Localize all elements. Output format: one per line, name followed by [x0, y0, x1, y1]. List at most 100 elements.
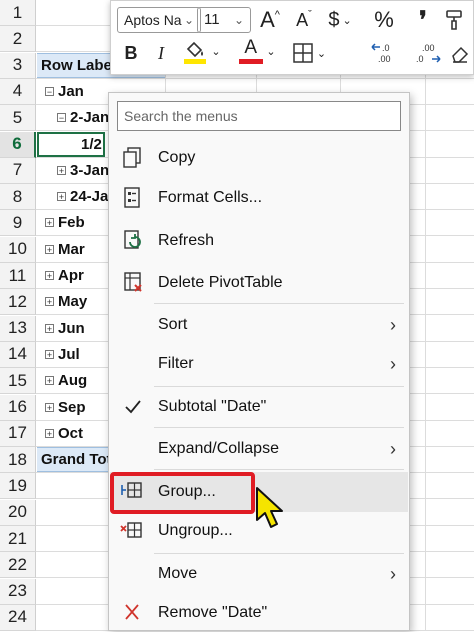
font-name-value: Aptos Na — [124, 12, 182, 28]
format-cells-icon — [124, 187, 140, 208]
cell-text: Feb — [58, 214, 85, 232]
menu-item-label: Ungroup... — [158, 522, 233, 539]
percent-style-button[interactable]: % — [371, 6, 397, 34]
menu-separator — [154, 553, 404, 554]
menu-separator — [154, 469, 404, 470]
row-number[interactable]: 16 — [0, 394, 36, 421]
row-number[interactable]: 22 — [0, 552, 36, 579]
mouse-cursor-icon — [256, 487, 283, 528]
font-name-box[interactable]: Aptos Na ⌄ — [117, 7, 201, 33]
row-number[interactable]: 13 — [0, 315, 36, 342]
menu-item-remove-date[interactable]: Remove "Date" — [110, 594, 408, 632]
decrease-font-icon: A — [296, 9, 309, 30]
chevron-right-icon: › — [390, 564, 396, 584]
row-number[interactable]: 23 — [0, 578, 36, 605]
row-number[interactable]: 24 — [0, 604, 36, 631]
format-painter-button[interactable] — [441, 6, 469, 34]
expand-icon[interactable]: + — [45, 244, 54, 254]
increase-font-icon: A — [260, 7, 275, 32]
delete-pivottable-icon — [124, 272, 142, 292]
fill-color-icon — [184, 41, 207, 64]
menu-item-move[interactable]: Move › — [110, 555, 408, 593]
currency-format-button[interactable]: $ ⌄ — [325, 6, 355, 34]
group-highlight-box — [110, 472, 255, 514]
row-number[interactable]: 14 — [0, 341, 36, 368]
cell-text: Oct — [58, 424, 84, 442]
font-size-box[interactable]: 11 ⌄ — [197, 7, 251, 33]
expand-icon[interactable]: + — [45, 271, 54, 281]
menu-item-filter[interactable]: Filter › — [110, 345, 408, 383]
context-menu: Search the menus Copy Format Cells... Re… — [108, 92, 410, 631]
increase-decimal-button[interactable]: .0.00 — [369, 39, 401, 67]
menu-item-expand-collapse[interactable]: Expand/Collapse › — [110, 430, 408, 468]
row-number[interactable]: 3 — [0, 52, 36, 79]
decrease-decimal-button[interactable]: .00.0 — [411, 39, 443, 67]
expand-icon[interactable]: + — [45, 428, 54, 438]
row-number[interactable]: 1 — [0, 0, 36, 26]
clear-format-button[interactable] — [447, 39, 473, 67]
bold-button[interactable]: B — [119, 39, 143, 67]
cell-text: Jul — [58, 345, 80, 363]
menu-item-label: Subtotal "Date" — [158, 398, 267, 415]
active-cell-border[interactable] — [37, 132, 105, 157]
expand-icon[interactable]: + — [45, 402, 54, 412]
checkmark-icon — [125, 400, 141, 414]
expand-icon[interactable]: + — [45, 376, 54, 386]
menu-item-delete-pivottable[interactable]: Delete PivotTable — [110, 264, 408, 302]
close-icon — [125, 604, 139, 620]
menu-item-label: Move — [158, 565, 198, 582]
menu-item-copy[interactable]: Copy — [110, 139, 408, 177]
menu-item-subtotal-date[interactable]: Subtotal "Date" — [110, 388, 408, 426]
menu-item-label: Sort — [158, 316, 188, 333]
row-number[interactable]: 18 — [0, 447, 36, 474]
chevron-down-icon: ⌄ — [183, 13, 194, 27]
menu-item-refresh[interactable]: Refresh — [110, 222, 408, 260]
borders-icon — [293, 43, 313, 63]
expand-icon[interactable]: + — [45, 323, 54, 333]
menu-separator — [154, 427, 404, 428]
row-number[interactable]: 8 — [0, 184, 36, 211]
row-number[interactable]: 6 — [0, 131, 36, 158]
expand-icon[interactable]: + — [45, 297, 54, 307]
menu-item-sort[interactable]: Sort › — [110, 306, 408, 344]
row-number[interactable]: 21 — [0, 526, 36, 552]
cell-text: Mar — [58, 240, 85, 258]
collapse-icon[interactable]: − — [57, 113, 66, 123]
row-number[interactable]: 17 — [0, 420, 36, 447]
decrease-font-button[interactable]: Aˇ — [291, 6, 317, 34]
menu-separator — [154, 303, 404, 304]
comma-style-button[interactable]: ❜ — [411, 6, 435, 34]
row-number[interactable]: 7 — [0, 157, 36, 184]
expand-icon[interactable]: + — [57, 165, 66, 175]
borders-button[interactable]: ⌄ — [289, 39, 329, 67]
row-number[interactable]: 11 — [0, 263, 36, 289]
refresh-icon — [124, 230, 141, 249]
row-number[interactable]: 4 — [0, 78, 36, 105]
menu-item-label: Format Cells... — [158, 189, 263, 206]
copy-icon — [123, 147, 141, 168]
row-number[interactable]: 19 — [0, 473, 36, 500]
row-number[interactable]: 15 — [0, 368, 36, 395]
row-number[interactable]: 5 — [0, 105, 36, 132]
cell-text: 3-Jan — [70, 161, 110, 179]
row-number[interactable]: 2 — [0, 26, 36, 53]
row-number[interactable]: 9 — [0, 210, 36, 237]
font-color-icon: A — [238, 37, 264, 65]
fill-color-button[interactable]: ⌄ — [179, 37, 223, 65]
expand-icon[interactable]: + — [45, 349, 54, 359]
italic-button[interactable]: I — [149, 39, 173, 67]
collapse-icon[interactable]: − — [45, 86, 54, 96]
row-number[interactable]: 12 — [0, 289, 36, 316]
menu-item-format-cells[interactable]: Format Cells... — [110, 179, 408, 217]
row-number[interactable]: 20 — [0, 499, 36, 526]
eraser-icon — [452, 46, 469, 63]
cell-text: 2-Jan — [70, 109, 110, 127]
increase-decimal-icon: .0.00 — [371, 43, 391, 64]
format-painter-icon — [446, 10, 462, 30]
row-number[interactable]: 10 — [0, 236, 36, 263]
increase-font-button[interactable]: A ^ — [257, 6, 283, 34]
menu-search-input[interactable]: Search the menus — [117, 101, 401, 131]
font-color-button[interactable]: A ⌄ — [235, 37, 279, 65]
expand-icon[interactable]: + — [45, 218, 54, 228]
expand-icon[interactable]: + — [57, 192, 66, 202]
